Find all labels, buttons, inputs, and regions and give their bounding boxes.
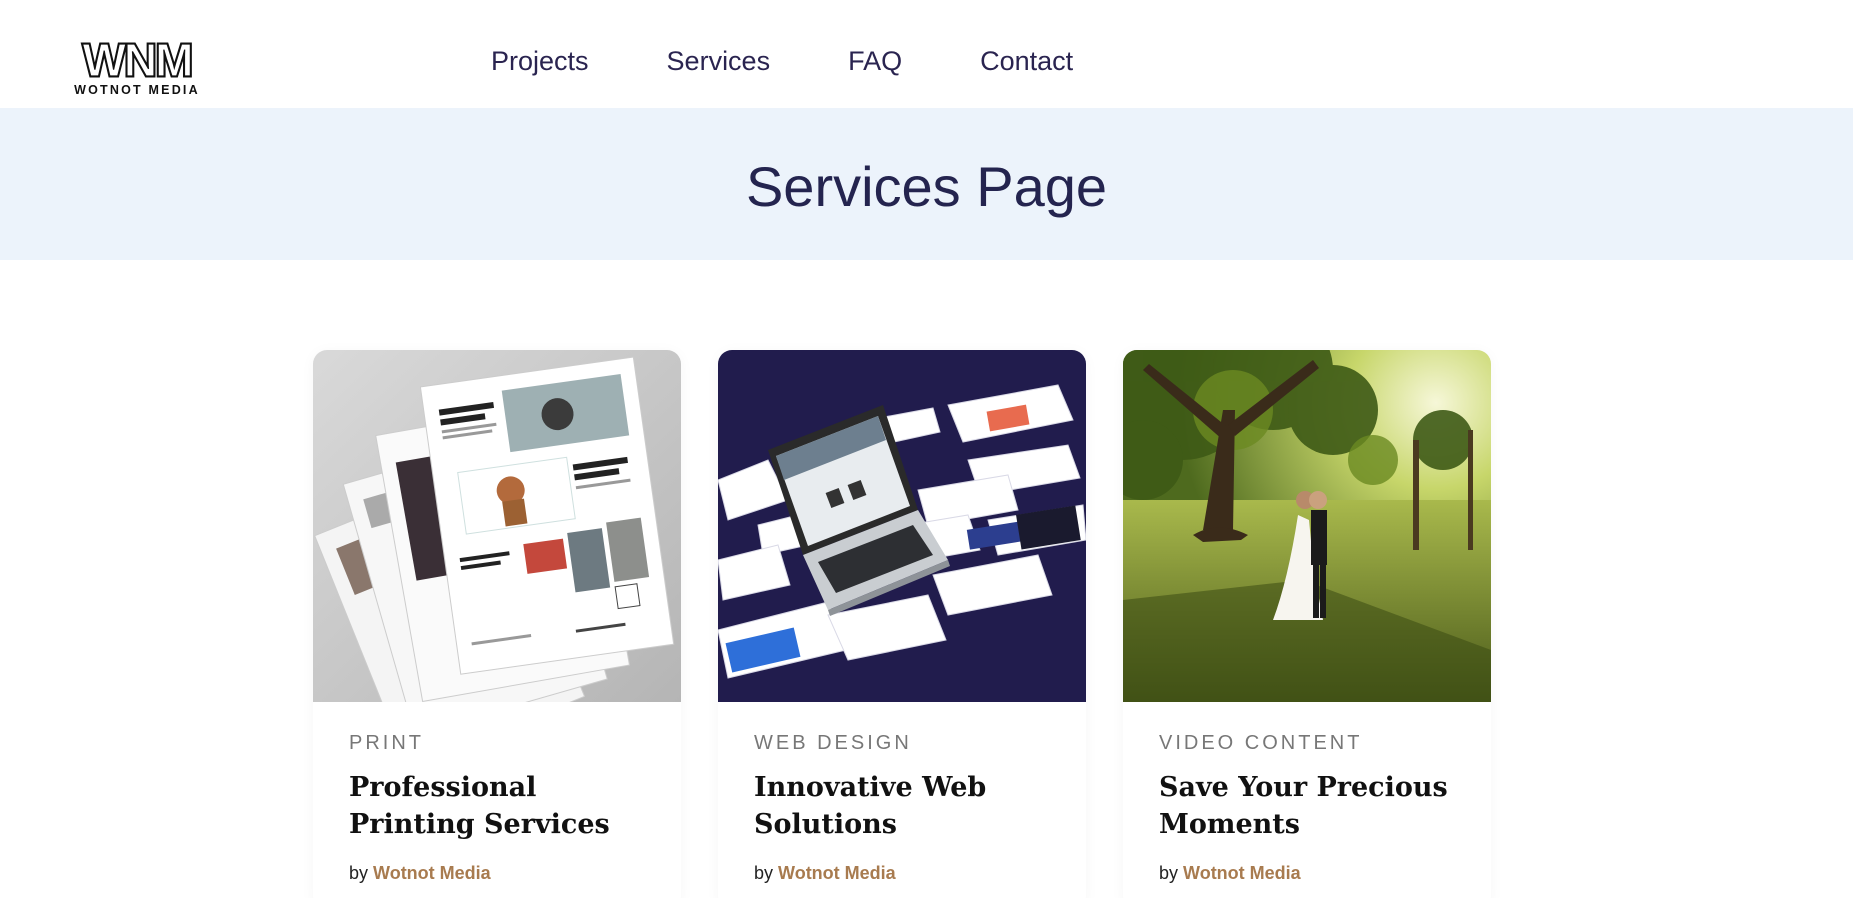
print-flyers-image[interactable]: [313, 350, 681, 702]
site-header: WNM WNM WOTNOT MEDIA Projects Services F…: [0, 0, 1853, 108]
byline-prefix: by: [1159, 863, 1179, 883]
card-category: VIDEO CONTENT: [1159, 732, 1363, 754]
page-banner: Services Page: [0, 108, 1853, 260]
author-link[interactable]: Wotnot Media: [373, 863, 491, 883]
page-title: Services Page: [745, 154, 1108, 218]
card-title[interactable]: Professional Printing Services: [349, 769, 645, 843]
author-link[interactable]: Wotnot Media: [1183, 863, 1301, 883]
service-card-web-design[interactable]: WEB DESIGN Innovative Web Solutions by W…: [718, 350, 1086, 898]
laptop-websites-image[interactable]: [718, 350, 1086, 702]
card-byline: by Wotnot Media: [1159, 863, 1455, 884]
byline-prefix: by: [349, 863, 369, 883]
service-card-print[interactable]: PRINT Professional Printing Services by …: [313, 350, 681, 898]
wedding-couple-image[interactable]: [1123, 350, 1491, 702]
services-grid: PRINT Professional Printing Services by …: [313, 350, 1491, 898]
main-nav: Projects Services FAQ Contact: [491, 45, 1151, 77]
card-category: PRINT: [349, 732, 424, 754]
byline-prefix: by: [754, 863, 774, 883]
svg-text:WNM: WNM: [83, 38, 192, 86]
author-link[interactable]: Wotnot Media: [778, 863, 896, 883]
nav-projects[interactable]: Projects: [491, 45, 589, 77]
nav-contact[interactable]: Contact: [980, 45, 1073, 77]
card-byline: by Wotnot Media: [754, 863, 1050, 884]
card-byline: by Wotnot Media: [349, 863, 645, 884]
service-card-video-content[interactable]: VIDEO CONTENT Save Your Precious Moments…: [1123, 350, 1491, 898]
nav-faq[interactable]: FAQ: [848, 45, 902, 77]
svg-text:WOTNOT MEDIA: WOTNOT MEDIA: [74, 83, 200, 97]
wnm-logo[interactable]: WNM WNM WOTNOT MEDIA: [62, 38, 212, 98]
card-category: WEB DESIGN: [754, 732, 912, 754]
card-title[interactable]: Save Your Precious Moments: [1159, 769, 1455, 843]
nav-services[interactable]: Services: [667, 45, 771, 77]
card-title[interactable]: Innovative Web Solutions: [754, 769, 1050, 843]
